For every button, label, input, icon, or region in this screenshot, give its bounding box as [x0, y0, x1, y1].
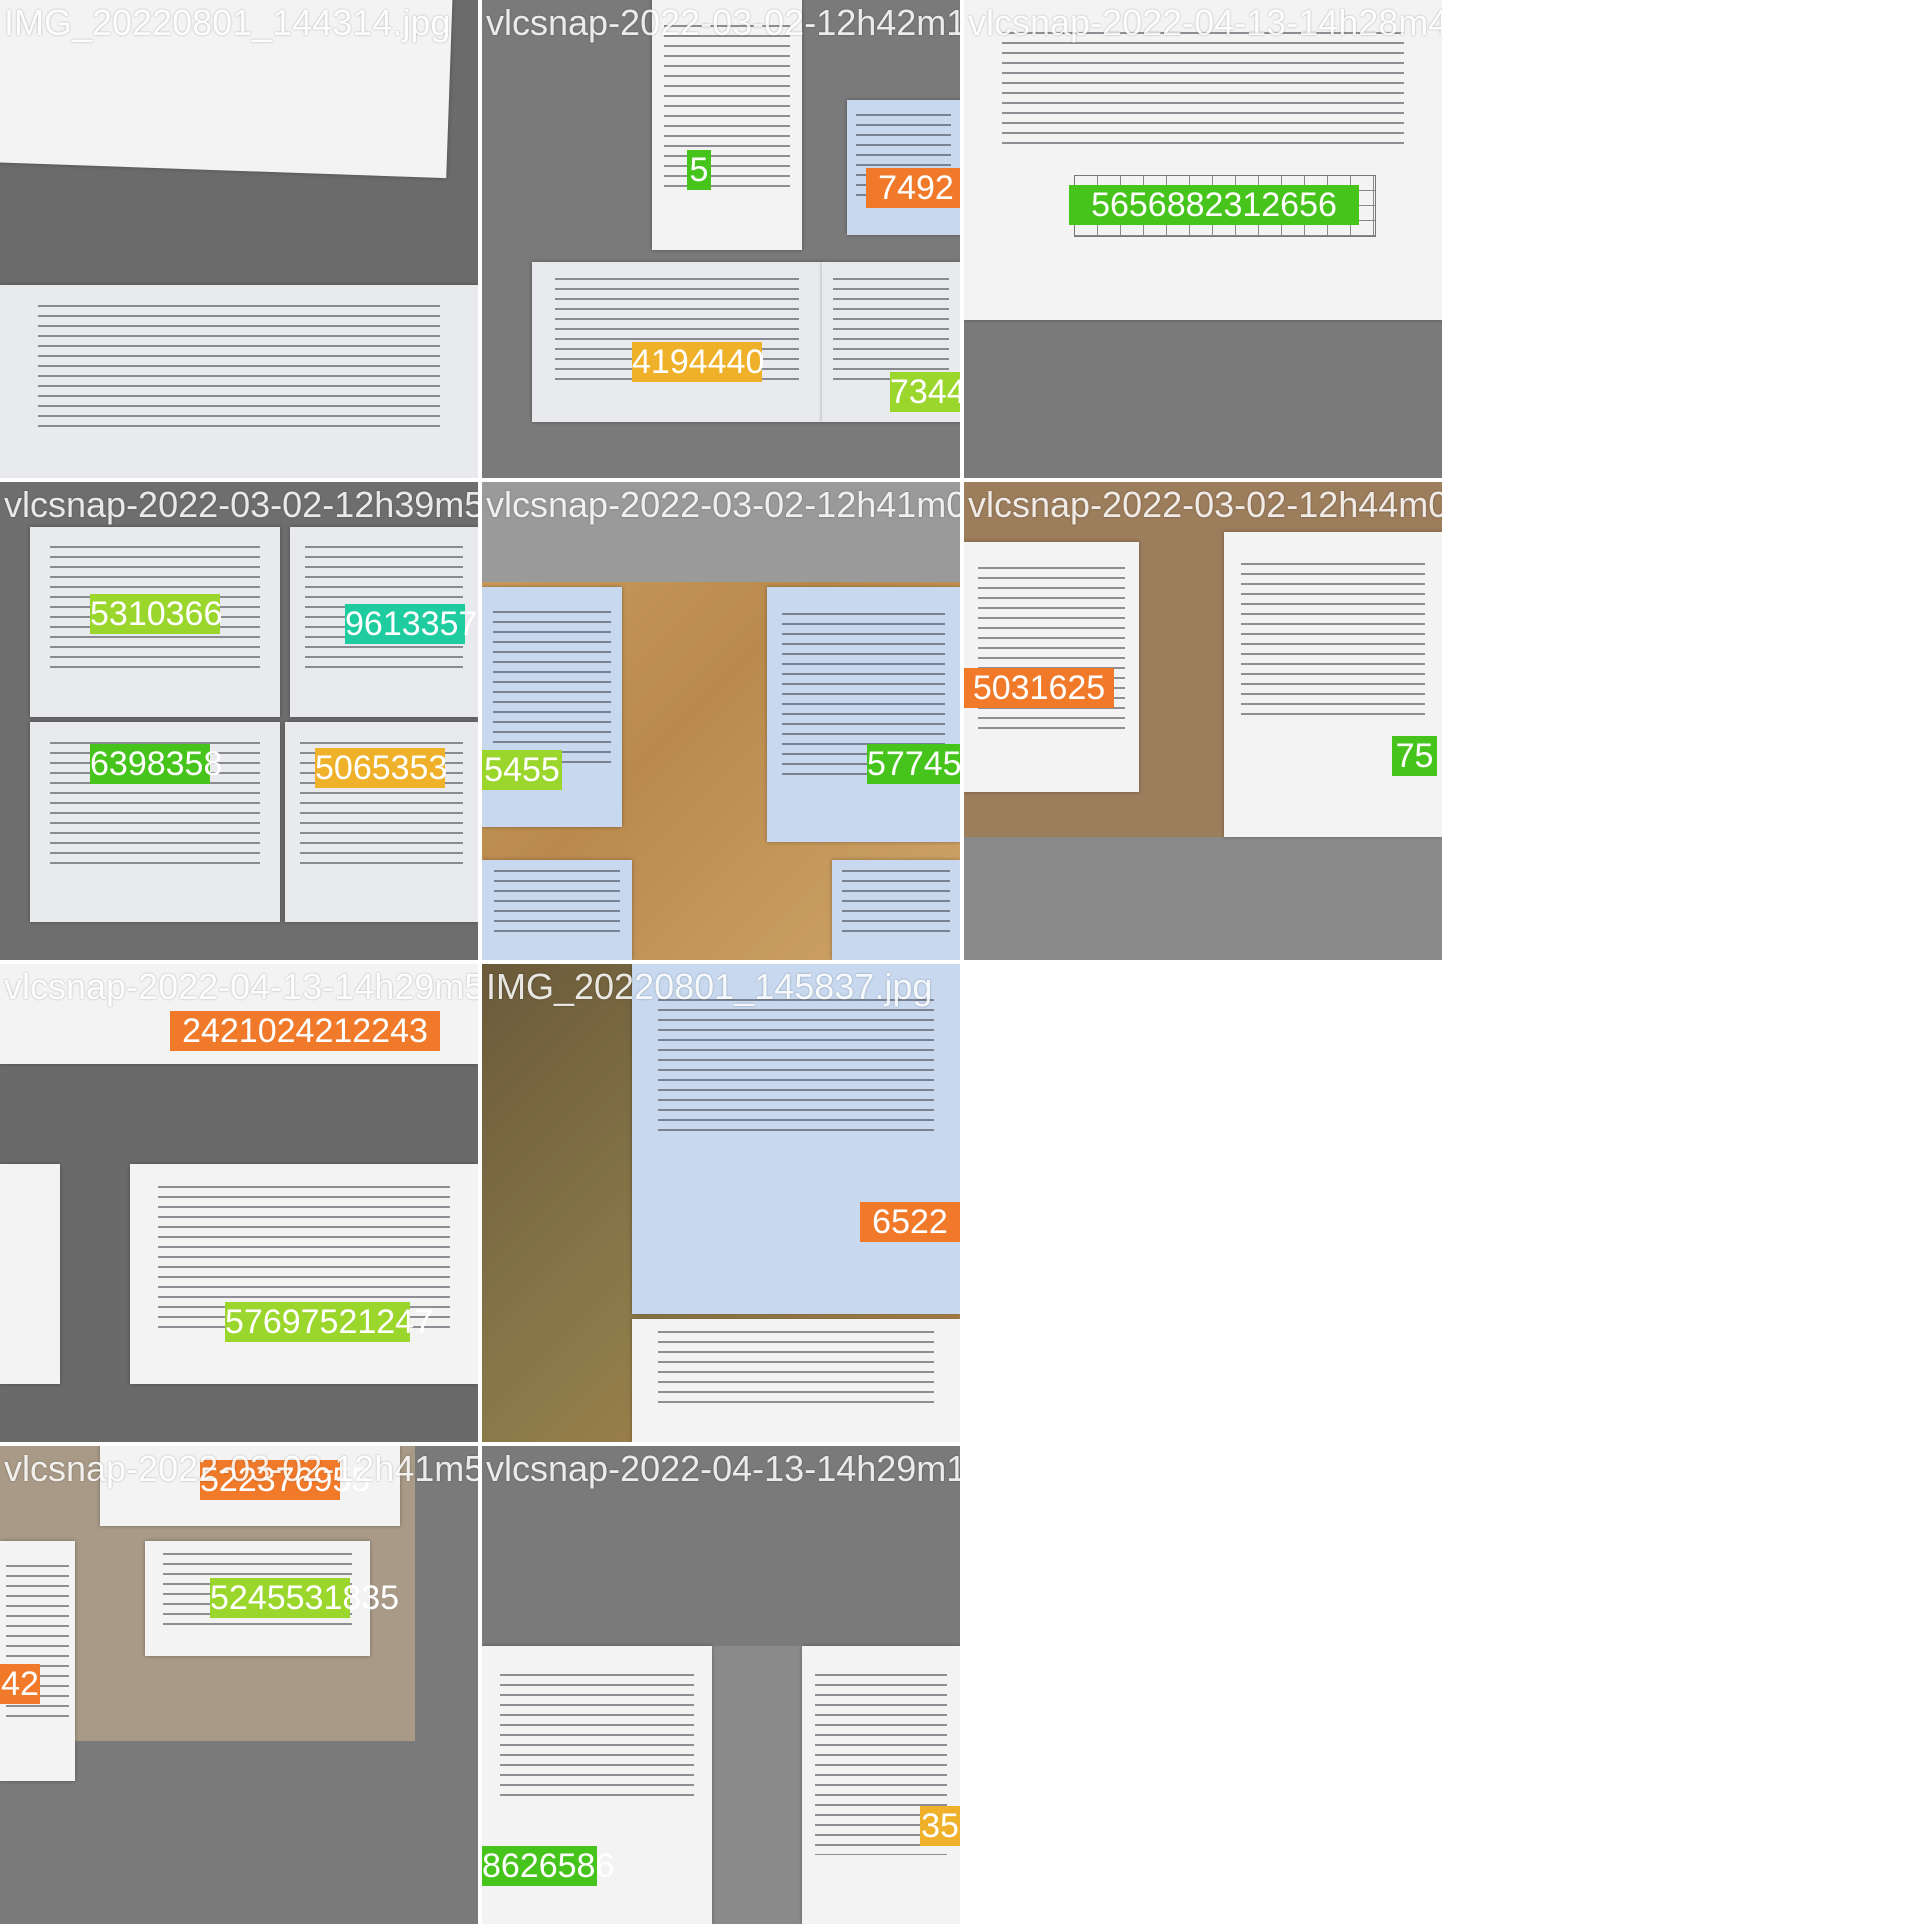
- detection-box: 5310366: [90, 594, 223, 634]
- tile-filename: vlcsnap-2022-03-02-12h41m50s092.png: [4, 1448, 478, 1489]
- detection-text: 2421024212243: [170, 1011, 440, 1051]
- detection-box: 75: [1392, 736, 1437, 776]
- detection-text: 5656882312656: [1069, 185, 1359, 225]
- exam-sheet: [482, 587, 622, 827]
- detection-box: 6398358: [90, 744, 223, 784]
- exam-sheet: [0, 1541, 75, 1781]
- exam-sheet: [802, 1646, 960, 1924]
- detection-box: 9613357: [345, 604, 478, 644]
- detection-text: 5065353: [315, 748, 448, 788]
- detection-box: 5: [687, 150, 711, 190]
- detection-box: 5455: [482, 750, 562, 790]
- detection-text: 57697521247: [225, 1302, 434, 1342]
- detection-text: 9613357: [345, 604, 478, 644]
- exam-sheet: [964, 0, 1442, 320]
- image-tile: 5031625 75 vlcsnap-2022-03-02-12h44m03s6…: [964, 482, 1442, 960]
- tile-filename: vlcsnap-2022-03-02-12h39m51s255.png: [4, 484, 478, 525]
- image-tile: 5 7492 4194440 7344 vlcsnap-2022-03-02-1…: [482, 0, 960, 478]
- detection-box: 7344: [890, 372, 960, 412]
- image-tile: 5656882312656 vlcsnap-2022-04-13-14h28m4…: [964, 0, 1442, 478]
- detection-text: 5031625: [964, 668, 1114, 708]
- exam-sheet: [482, 860, 632, 960]
- detection-text: 35: [920, 1806, 960, 1846]
- detection-text: 7492: [866, 168, 960, 208]
- detection-box: 5065353: [315, 748, 448, 788]
- tile-filename: IMG_20220801_145837.jpg: [486, 966, 933, 1007]
- detection-box: 5245531835: [210, 1578, 400, 1618]
- detection-box: 5656882312656: [1069, 185, 1359, 225]
- image-tile: 2421024212243 57697521247 vlcsnap-2022-0…: [0, 964, 478, 1442]
- image-tile: IMG_20220801_144314.jpg: [0, 0, 478, 478]
- tile-filename: vlcsnap-2022-04-13-14h29m16s895.png: [486, 1448, 960, 1489]
- detection-text: 6398358: [90, 744, 223, 784]
- detection-box: 57697521247: [225, 1302, 434, 1342]
- tile-filename: IMG_20220801_144314.jpg: [4, 2, 451, 43]
- tile-filename: vlcsnap-2022-04-13-14h28m45s692.png: [968, 2, 1442, 43]
- exam-sheet: [0, 285, 478, 478]
- detection-box: 42: [0, 1664, 40, 1704]
- detection-text: 5310366: [90, 594, 223, 634]
- detection-box: 6522: [860, 1202, 960, 1242]
- detection-box: 35: [920, 1806, 960, 1846]
- detection-text: 5245531835: [210, 1578, 400, 1618]
- detection-text: 4194440: [632, 342, 765, 382]
- detection-box: 5031625: [964, 668, 1114, 708]
- exam-sheet: [1224, 532, 1442, 837]
- detection-box: 57745556: [867, 744, 960, 784]
- exam-sheet: [130, 1164, 478, 1384]
- image-tile: 5455 57745556 vlcsnap-2022-03-02-12h41m0…: [482, 482, 960, 960]
- tile-filename: vlcsnap-2022-03-02-12h41m06s163.png: [486, 484, 960, 525]
- exam-sheet: [767, 587, 960, 842]
- detection-box: 7492: [866, 168, 960, 208]
- image-tile: 6522 IMG_20220801_145837.jpg: [482, 964, 960, 1442]
- exam-sheet: [0, 1164, 60, 1384]
- detection-box: 8626586: [482, 1846, 615, 1886]
- detection-box: 4194440: [632, 342, 765, 382]
- exam-sheet: [964, 542, 1139, 792]
- exam-sheet: [632, 1319, 960, 1442]
- detection-text: 57745556: [867, 744, 960, 784]
- detection-text: 6522: [860, 1202, 960, 1242]
- exam-sheet: [632, 964, 960, 1314]
- exam-sheet: [832, 860, 960, 960]
- detection-text: 8626586: [482, 1846, 615, 1886]
- detection-box: 2421024212243: [170, 1011, 440, 1051]
- tile-filename: vlcsnap-2022-04-13-14h29m55s320.png: [4, 966, 478, 1007]
- image-tile: 8626586 35 vlcsnap-2022-04-13-14h29m16s8…: [482, 1446, 960, 1924]
- detection-text: 5: [687, 150, 711, 190]
- tile-filename: vlcsnap-2022-03-02-12h44m03s677.png: [968, 484, 1442, 525]
- detection-text: 75: [1392, 736, 1437, 776]
- tile-filename: vlcsnap-2022-03-02-12h42m16s665.png: [486, 2, 960, 43]
- image-tile: 522376955 5245531835 42 vlcsnap-2022-03-…: [0, 1446, 478, 1924]
- detection-text: 5455: [482, 750, 562, 790]
- image-tile: 5310366 9613357 6398358 5065353 vlcsnap-…: [0, 482, 478, 960]
- detection-text: 42: [0, 1664, 40, 1704]
- detection-text: 7344: [890, 372, 960, 412]
